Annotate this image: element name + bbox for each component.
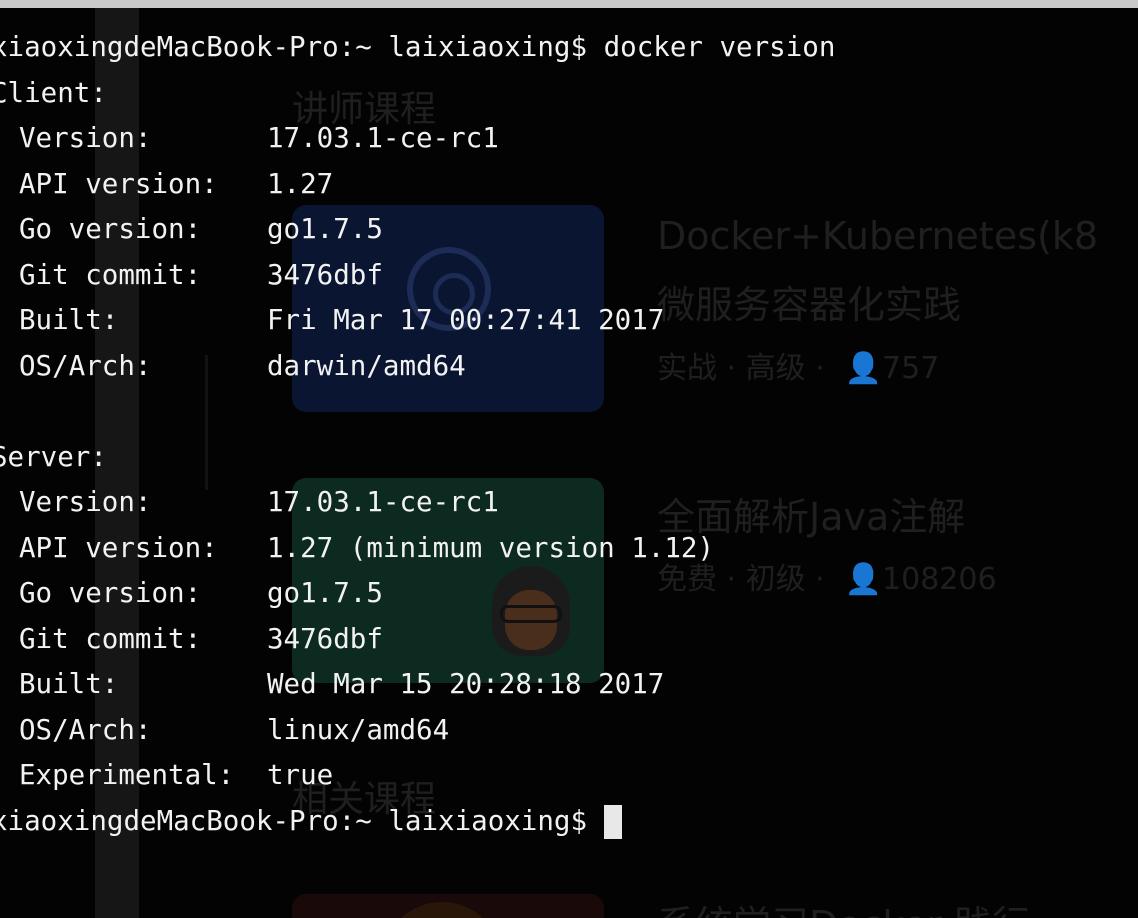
ghost-course-2-users: 108206 bbox=[882, 562, 997, 597]
field-value: 17.03.1-ce-rc1 bbox=[267, 122, 499, 154]
field-label: OS/Arch: bbox=[19, 349, 152, 382]
client-go-version-row: Go version: go1.7.5 bbox=[0, 207, 835, 253]
server-version-row: Version: 17.03.1-ce-rc1 bbox=[0, 480, 835, 526]
server-experimental-row: Experimental: true bbox=[0, 753, 835, 799]
field-value: go1.7.5 bbox=[267, 577, 383, 609]
field-value: 17.03.1-ce-rc1 bbox=[267, 486, 499, 518]
field-label: Built: bbox=[19, 668, 119, 700]
field-value: Fri Mar 17 00:27:41 2017 bbox=[267, 304, 665, 336]
command-line: xiaoxingdeMacBook-Pro:~ laixiaoxing$ doc… bbox=[0, 25, 835, 71]
field-value: Wed Mar 15 20:28:18 2017 bbox=[267, 668, 665, 700]
field-value: 1.27 bbox=[267, 167, 334, 200]
client-git-commit-row: Git commit: 3476dbf bbox=[0, 253, 835, 299]
field-value: 1.27 (minimum version 1.12) bbox=[267, 531, 715, 564]
ghost-course-1-users: 757 bbox=[882, 351, 940, 386]
ghost-course-3-title: 系统学习Docker 践行 bbox=[657, 894, 1030, 918]
server-header: Server: bbox=[0, 440, 107, 473]
field-label: API version: bbox=[19, 167, 218, 200]
field-value: true bbox=[267, 759, 334, 791]
client-api-version-row: API version: 1.27 bbox=[0, 162, 835, 208]
field-value: linux/amd64 bbox=[267, 713, 450, 746]
field-value: 3476dbf bbox=[267, 622, 383, 655]
field-label: Built: bbox=[19, 304, 119, 336]
field-label: OS/Arch: bbox=[19, 713, 152, 746]
field-value: 3476dbf bbox=[267, 258, 383, 291]
client-built-row: Built: Fri Mar 17 00:27:41 2017 bbox=[0, 298, 835, 344]
field-label: Go version: bbox=[19, 213, 202, 245]
server-os-arch-row: OS/Arch: linux/amd64 bbox=[0, 708, 835, 754]
ghost-course-thumbnail-docker bbox=[292, 894, 604, 918]
field-label: API version: bbox=[19, 531, 218, 564]
typed-command: docker version bbox=[603, 31, 836, 63]
terminal-output[interactable]: xiaoxingdeMacBook-Pro:~ laixiaoxing$ doc… bbox=[0, 25, 835, 844]
server-go-version-row: Go version: go1.7.5 bbox=[0, 571, 835, 617]
field-label: Git commit: bbox=[19, 258, 202, 291]
user-icon: 👤 bbox=[844, 562, 883, 597]
client-version-row: Version: 17.03.1-ce-rc1 bbox=[0, 116, 835, 162]
field-label: Version: bbox=[19, 122, 152, 154]
field-value: go1.7.5 bbox=[267, 213, 383, 245]
window-top-strip bbox=[0, 0, 1138, 8]
client-header: Client: bbox=[0, 76, 107, 109]
field-value: darwin/amd64 bbox=[267, 349, 466, 382]
server-api-version-row: API version: 1.27 (minimum version 1.12) bbox=[0, 526, 835, 572]
server-built-row: Built: Wed Mar 15 20:28:18 2017 bbox=[0, 662, 835, 708]
active-prompt-line[interactable]: xiaoxingdeMacBook-Pro:~ laixiaoxing$ bbox=[0, 799, 835, 845]
server-git-commit-row: Git commit: 3476dbf bbox=[0, 617, 835, 663]
terminal-screen: 讲师课程 Docker+Kubernetes(k8 微服务容器化实践 实战 · … bbox=[0, 0, 1138, 918]
text-cursor[interactable] bbox=[604, 804, 623, 839]
field-label: Git commit: bbox=[19, 622, 202, 655]
field-label: Go version: bbox=[19, 577, 202, 609]
field-label: Version: bbox=[19, 486, 152, 518]
shell-prompt: xiaoxingdeMacBook-Pro:~ laixiaoxing$ bbox=[0, 31, 588, 63]
shell-prompt: xiaoxingdeMacBook-Pro:~ laixiaoxing$ bbox=[0, 804, 588, 837]
client-os-arch-row: OS/Arch: darwin/amd64 bbox=[0, 344, 835, 390]
docker-course-art bbox=[382, 902, 502, 918]
field-label: Experimental: bbox=[19, 759, 235, 791]
user-icon: 👤 bbox=[844, 351, 883, 386]
